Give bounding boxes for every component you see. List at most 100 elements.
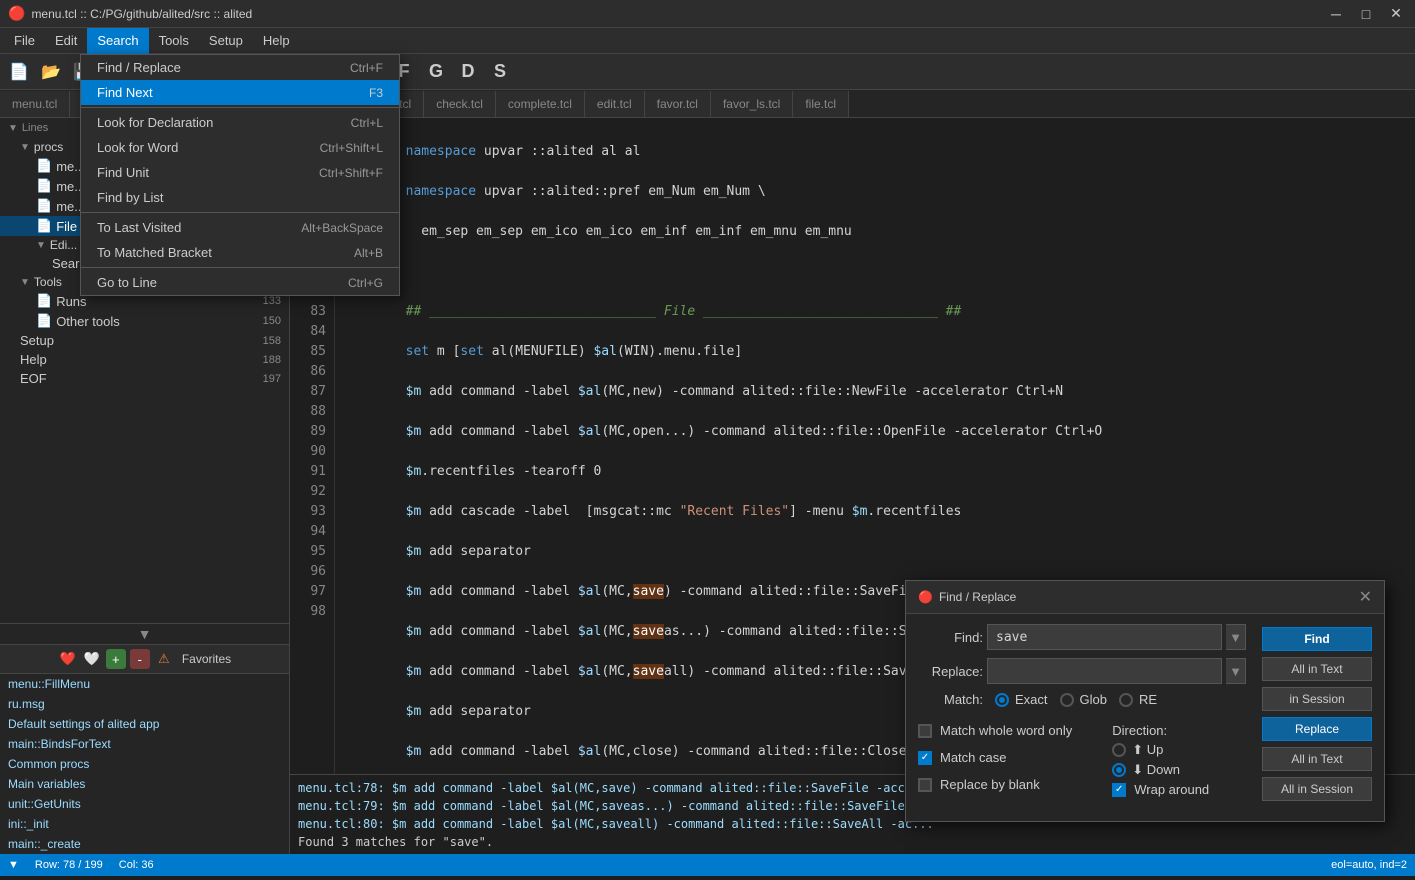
checkbox-case[interactable] — [918, 751, 932, 765]
all-in-session-button[interactable]: All in Session — [1262, 777, 1372, 801]
tab-edit-tcl[interactable]: edit.tcl — [585, 91, 645, 117]
menu-to-last-visited-shortcut: Alt+BackSpace — [301, 221, 383, 235]
all-in-text-2-button[interactable]: All in Text — [1262, 747, 1372, 771]
toolbar-G[interactable]: G — [421, 57, 451, 87]
minimize-button[interactable]: ─ — [1325, 3, 1347, 25]
maximize-button[interactable]: □ — [1355, 3, 1377, 25]
tab-check-tcl[interactable]: check.tcl — [424, 91, 496, 117]
checkbox-replace-blank[interactable] — [918, 778, 932, 792]
radio-exact-btn[interactable] — [995, 693, 1009, 707]
menu-find-next-shortcut: F3 — [369, 86, 383, 100]
app-icon: 🔴 — [8, 5, 25, 22]
find-dropdown-button[interactable]: ▼ — [1226, 624, 1246, 650]
close-button[interactable]: ✕ — [1385, 3, 1407, 25]
menu-go-to-line[interactable]: Go to Line Ctrl+G — [81, 270, 399, 295]
replace-dropdown-button[interactable]: ▼ — [1226, 658, 1246, 684]
menu-to-last-visited[interactable]: To Last Visited Alt+BackSpace — [81, 215, 399, 240]
fav-orange-icon[interactable]: ⚠ — [154, 649, 174, 669]
replace-input[interactable] — [987, 658, 1222, 684]
sidebar-item-setup[interactable]: Setup 158 — [0, 331, 289, 350]
sidebar-scroll[interactable]: ▼ — [0, 623, 289, 644]
sidebar-file-icon1: 📄 — [36, 158, 52, 174]
checkbox-wrap[interactable] — [1112, 783, 1126, 797]
triangle-lines: ▼ — [8, 123, 18, 134]
scroll-down-icon: ▼ — [138, 626, 152, 642]
sidebar-item-eof[interactable]: EOF 197 — [0, 369, 289, 388]
fav-item-1[interactable]: ru.msg — [0, 694, 289, 714]
radio-up-btn[interactable] — [1112, 743, 1126, 757]
menu-to-matched-bracket[interactable]: To Matched Bracket Alt+B — [81, 240, 399, 265]
favorites-header: ❤️ 🤍 + - ⚠ Favorites — [0, 645, 289, 674]
menu-find-replace[interactable]: Find / Replace Ctrl+F — [81, 55, 399, 80]
tab-complete-tcl[interactable]: complete.tcl — [496, 91, 585, 117]
sidebar-item-help[interactable]: Help 188 — [0, 350, 289, 369]
tab-menu-tcl-1[interactable]: menu.tcl — [0, 91, 70, 117]
checkbox-whole-word-row: Match whole word only — [918, 723, 1072, 738]
menu-find-by-list[interactable]: Find by List — [81, 185, 399, 210]
tab-favor-ls-tcl[interactable]: favor_ls.tcl — [711, 91, 793, 117]
fav-item-6[interactable]: unit::GetUnits — [0, 794, 289, 814]
titlebar: 🔴 menu.tcl :: C:/PG/github/alited/src ::… — [0, 0, 1415, 28]
find-button[interactable]: Find — [1262, 627, 1372, 651]
radio-glob[interactable]: Glob — [1060, 692, 1107, 707]
tab-file-tcl[interactable]: file.tcl — [793, 91, 849, 117]
triangle-edi: ▼ — [36, 240, 46, 251]
menu-find-unit[interactable]: Find Unit Ctrl+Shift+F — [81, 160, 399, 185]
menu-help[interactable]: Help — [253, 28, 300, 54]
sidebar-num-help: 188 — [263, 354, 281, 366]
checkbox-replace-blank-label: Replace by blank — [940, 777, 1040, 792]
in-session-button[interactable]: in Session — [1262, 687, 1372, 711]
triangle-procs: ▼ — [20, 142, 30, 153]
fav-green-icon[interactable]: + — [106, 649, 126, 669]
fav-item-3[interactable]: main::BindsForText — [0, 734, 289, 754]
sidebar-file-icon4: 📄 — [36, 218, 52, 234]
toolbar-S[interactable]: S — [485, 57, 515, 87]
radio-glob-label: Glob — [1080, 692, 1107, 707]
menu-file[interactable]: File — [4, 28, 45, 54]
fav-red2-icon[interactable]: - — [130, 649, 150, 669]
radio-re[interactable]: RE — [1119, 692, 1157, 707]
toolbar-D[interactable]: D — [453, 57, 483, 87]
dialog-close-button[interactable]: ✕ — [1359, 587, 1372, 607]
menu-edit[interactable]: Edit — [45, 28, 87, 54]
menu-find-replace-shortcut: Ctrl+F — [350, 61, 383, 75]
fav-item-2[interactable]: Default settings of alited app — [0, 714, 289, 734]
replace-button[interactable]: Replace — [1262, 717, 1372, 741]
fav-red-icon[interactable]: ❤️ — [58, 649, 78, 669]
checkbox-whole-word[interactable] — [918, 724, 932, 738]
find-row: Find: ▼ Replace: ▼ Match: Exact — [918, 624, 1372, 803]
radio-re-btn[interactable] — [1119, 693, 1133, 707]
all-in-text-1-button[interactable]: All in Text — [1262, 657, 1372, 681]
new-file-button[interactable]: 📄 — [4, 57, 34, 87]
tab-favor-tcl[interactable]: favor.tcl — [645, 91, 711, 117]
fav-item-8[interactable]: main::_create — [0, 834, 289, 854]
menu-find-next[interactable]: Find Next F3 — [81, 80, 399, 105]
direction-label: Direction: — [1112, 723, 1209, 738]
sidebar-item-label-setup: Setup — [20, 333, 54, 348]
fav-item-0[interactable]: menu::FillMenu — [0, 674, 289, 694]
find-input[interactable] — [987, 624, 1222, 650]
sidebar-item-othertools[interactable]: 📄 Other tools 150 — [0, 311, 289, 331]
radio-down-btn[interactable] — [1112, 763, 1126, 777]
checkbox-case-label: Match case — [940, 750, 1006, 765]
sidebar-num-setup: 158 — [263, 335, 281, 347]
fav-item-5[interactable]: Main variables — [0, 774, 289, 794]
menu-tools[interactable]: Tools — [149, 28, 199, 54]
menu-setup[interactable]: Setup — [199, 28, 253, 54]
window-controls[interactable]: ─ □ ✕ — [1325, 3, 1407, 25]
menu-look-word[interactable]: Look for Word Ctrl+Shift+L — [81, 135, 399, 160]
menu-look-declaration-label: Look for Declaration — [97, 115, 213, 130]
radio-glob-btn[interactable] — [1060, 693, 1074, 707]
menu-sep3 — [81, 267, 399, 268]
fav-item-7[interactable]: ini::_init — [0, 814, 289, 834]
radio-exact-label: Exact — [1015, 692, 1048, 707]
menu-search[interactable]: Search — [87, 28, 148, 54]
menu-look-declaration[interactable]: Look for Declaration Ctrl+L — [81, 110, 399, 135]
fav-heart-icon[interactable]: 🤍 — [82, 649, 102, 669]
fav-item-4[interactable]: Common procs — [0, 754, 289, 774]
open-file-button[interactable]: 📂 — [36, 57, 66, 87]
sidebar-file-icon-runs: 📄 — [36, 293, 52, 309]
radio-exact[interactable]: Exact — [995, 692, 1048, 707]
sidebar-file-icon2: 📄 — [36, 178, 52, 194]
menu-look-word-label: Look for Word — [97, 140, 178, 155]
